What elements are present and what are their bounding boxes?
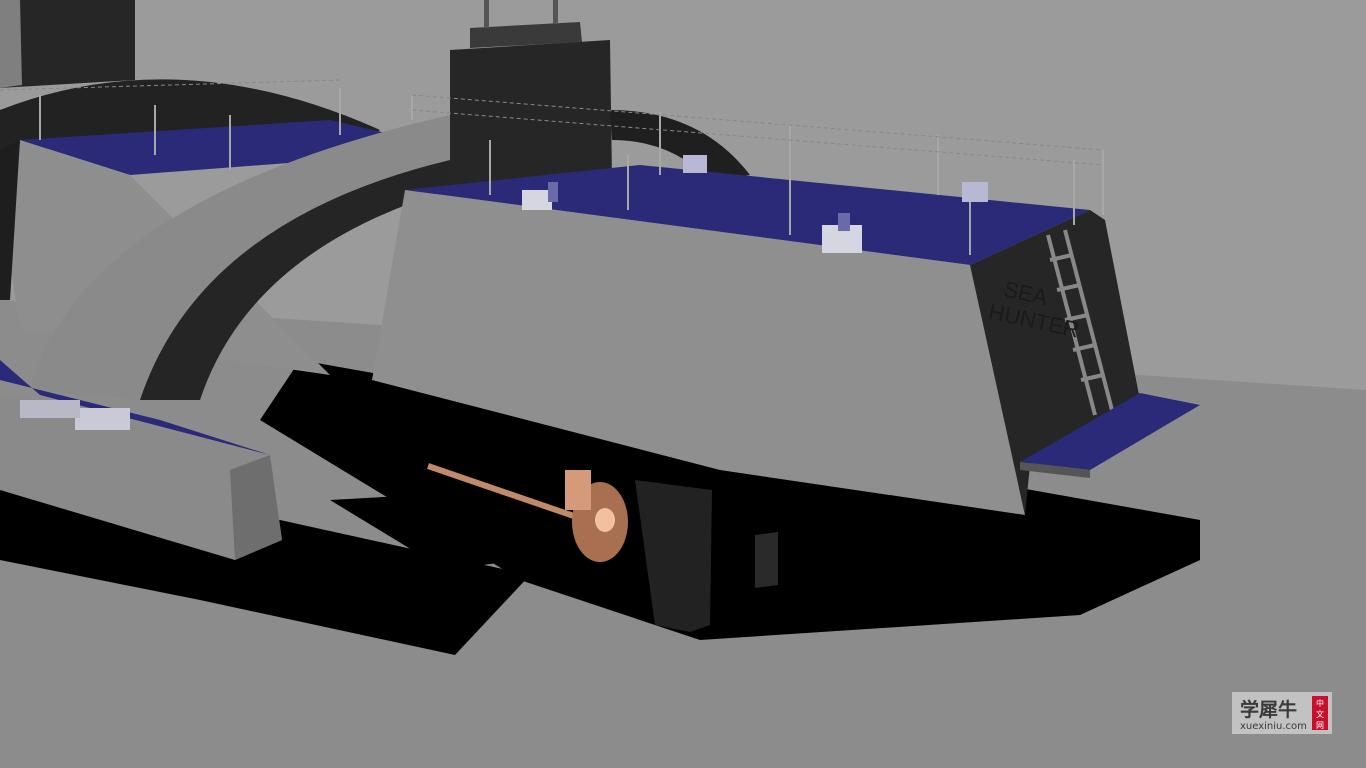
skeg (755, 532, 778, 588)
render-scene: SEA HUNTER (0, 0, 1366, 768)
antenna-1 (484, 0, 489, 28)
antenna-2 (553, 0, 558, 24)
watermark-tag-3: 网 (1316, 721, 1324, 730)
bollard-4 (962, 182, 988, 202)
watermark-title: 学犀牛 (1240, 698, 1297, 721)
watermark: 学犀牛 xuexiniu.com 中 文 网 (1232, 692, 1332, 734)
watermark-tag-2: 文 (1316, 709, 1324, 719)
watermark-tag-1: 中 (1316, 698, 1324, 708)
bollard-2 (683, 155, 707, 173)
watermark-url: xuexiniu.com (1240, 721, 1307, 732)
left-tower-face (0, 0, 22, 88)
